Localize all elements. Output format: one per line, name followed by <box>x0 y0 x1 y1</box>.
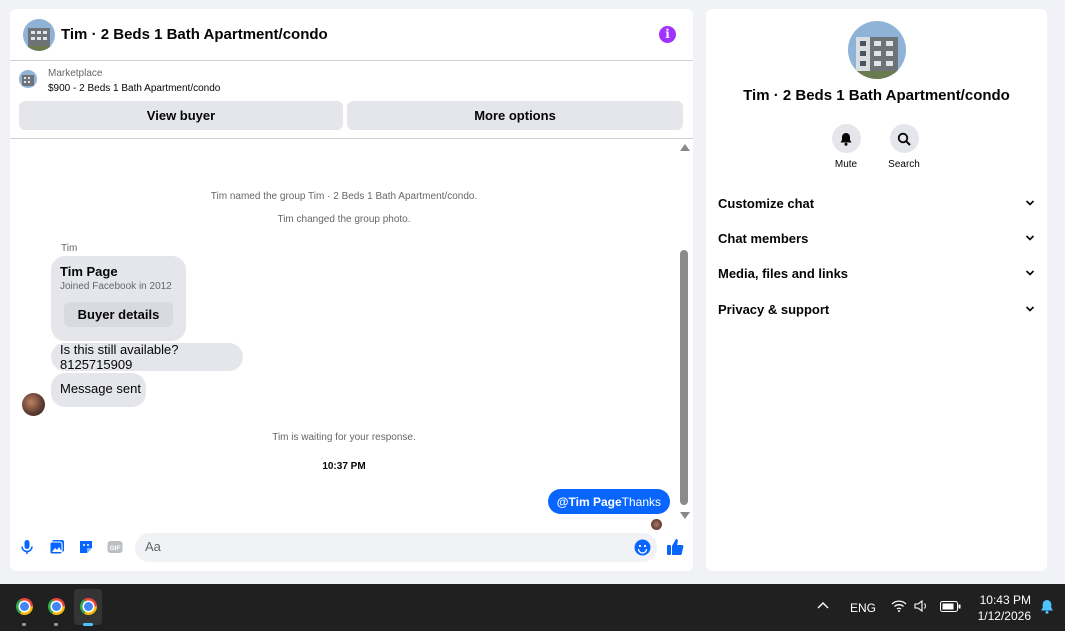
listing-thumbnail[interactable] <box>19 70 37 88</box>
scroll-up-arrow-icon[interactable] <box>680 144 690 151</box>
customize-chat-row[interactable]: Customize chat <box>718 191 1035 215</box>
message-bubble[interactable]: Is this still available? 8125715909 <box>51 342 243 372</box>
notification-bell-icon[interactable] <box>1040 599 1054 617</box>
message-bubble[interactable]: Message sent <box>51 373 146 407</box>
view-buyer-button[interactable]: View buyer <box>19 101 343 130</box>
like-thumb-icon[interactable] <box>666 538 684 556</box>
buyer-joined: Joined Facebook in 2012 <box>60 281 172 292</box>
marketplace-banner: Marketplace $900 - 2 Beds 1 Bath Apartme… <box>10 62 693 139</box>
message-input[interactable] <box>145 539 625 554</box>
emoji-icon[interactable] <box>634 539 651 556</box>
row-label: Privacy & support <box>718 301 830 317</box>
buyer-card: Tim Page Joined Facebook in 2012 Buyer d… <box>51 256 186 341</box>
privacy-support-row[interactable]: Privacy & support <box>718 297 1035 321</box>
buyer-details-button[interactable]: Buyer details <box>64 302 173 327</box>
chat-title[interactable]: Tim · 2 Beds 1 Bath Apartment/condo <box>61 26 328 43</box>
row-label: Media, files and links <box>718 265 849 281</box>
scrollbar[interactable] <box>680 144 690 520</box>
chrome-icon <box>16 598 33 615</box>
system-message: Tim changed the group photo. <box>277 214 411 225</box>
chevron-down-icon <box>1025 235 1035 241</box>
search-icon[interactable] <box>889 124 919 153</box>
mute-action[interactable]: Mute <box>816 124 876 170</box>
message-timestamp: 10:37 PM <box>322 461 366 472</box>
marketplace-label: Marketplace <box>48 68 103 79</box>
chevron-down-icon <box>1025 200 1035 206</box>
wifi-icon[interactable] <box>891 600 907 615</box>
bell-icon[interactable] <box>831 124 861 153</box>
mention[interactable]: @Tim Page <box>557 495 622 509</box>
taskbar-chrome-1[interactable] <box>10 589 38 626</box>
taskbar-chrome-2[interactable] <box>42 589 70 626</box>
svg-text:GIF: GIF <box>110 545 121 552</box>
system-message: Tim is waiting for your response. <box>272 432 416 443</box>
media-files-links-row[interactable]: Media, files and links <box>718 261 1035 285</box>
scrollbar-thumb[interactable] <box>680 250 688 505</box>
chat-header: Tim · 2 Beds 1 Bath Apartment/condo i <box>10 9 693 61</box>
row-label: Customize chat <box>718 195 815 211</box>
composer: GIF <box>10 527 693 567</box>
photo-icon[interactable] <box>49 539 65 555</box>
sender-avatar[interactable] <box>22 393 45 416</box>
chrome-icon <box>48 598 65 615</box>
clock-time: 10:43 PM <box>979 593 1031 607</box>
language-indicator[interactable]: ENG <box>850 601 876 615</box>
search-label: Search <box>888 159 920 170</box>
buyer-name: Tim Page <box>60 264 118 279</box>
row-label: Chat members <box>718 230 809 246</box>
chat-panel: Tim · 2 Beds 1 Bath Apartment/condo i Ma… <box>10 9 693 571</box>
running-indicator <box>54 623 58 626</box>
info-icon[interactable]: i <box>659 26 676 43</box>
chevron-down-icon <box>1025 306 1035 312</box>
sender-name: Tim <box>61 243 78 254</box>
chevron-down-icon <box>1025 270 1035 276</box>
listing-title[interactable]: $900 - 2 Beds 1 Bath Apartment/condo <box>48 83 220 94</box>
volume-icon[interactable] <box>914 599 930 615</box>
group-avatar-large[interactable] <box>848 21 906 79</box>
show-hidden-icons-chevron-icon[interactable] <box>817 599 829 613</box>
system-message: Tim named the group Tim · 2 Beds 1 Bath … <box>210 191 478 202</box>
outgoing-text: Thanks <box>621 494 661 509</box>
chrome-icon <box>80 598 97 615</box>
clock[interactable]: 10:43 PM 1/12/2026 <box>978 592 1031 624</box>
conversation-info-panel: Tim · 2 Beds 1 Bath Apartment/condo Mute… <box>706 9 1047 571</box>
chat-members-row[interactable]: Chat members <box>718 226 1035 250</box>
scroll-down-arrow-icon[interactable] <box>680 512 690 519</box>
battery-icon[interactable] <box>940 601 961 615</box>
active-indicator <box>83 623 93 626</box>
more-options-button[interactable]: More options <box>347 101 683 130</box>
group-avatar[interactable] <box>23 18 55 51</box>
running-indicator <box>22 623 26 626</box>
info-title: Tim · 2 Beds 1 Bath Apartment/condo <box>743 87 1010 104</box>
taskbar: ENG 10:43 PM 1/12/2026 <box>0 584 1065 631</box>
gif-icon[interactable]: GIF <box>107 539 123 555</box>
sticker-icon[interactable] <box>78 539 94 555</box>
clock-date: 1/12/2026 <box>977 609 1031 623</box>
taskbar-chrome-3[interactable] <box>74 589 102 626</box>
mute-label: Mute <box>834 159 858 170</box>
outgoing-message-bubble[interactable]: @Tim Page Thanks <box>547 489 670 514</box>
message-input-box[interactable] <box>135 533 657 562</box>
search-action[interactable]: Search <box>874 124 934 170</box>
message-list[interactable]: Tim named the group Tim · 2 Beds 1 Bath … <box>10 140 693 530</box>
microphone-icon[interactable] <box>19 539 35 555</box>
